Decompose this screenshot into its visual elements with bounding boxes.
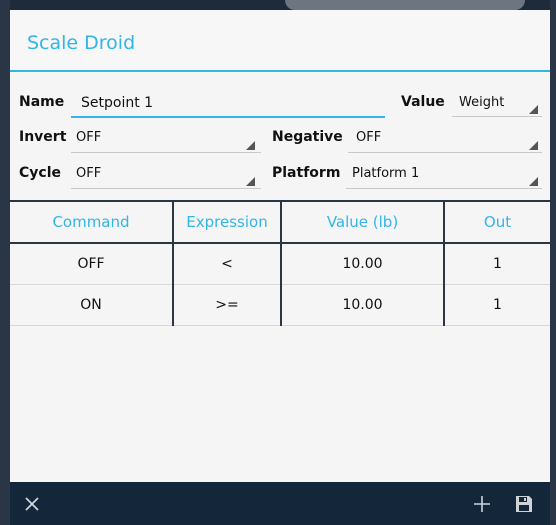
value-dropdown-underline xyxy=(452,116,542,117)
platform-label: Platform xyxy=(272,165,341,181)
dropdown-arrow-icon xyxy=(529,177,538,186)
negative-dropdown-underline xyxy=(348,152,542,153)
table-cell: 10.00 xyxy=(280,284,444,326)
invert-label: Invert xyxy=(19,129,67,145)
table-row[interactable]: ON >= 10.00 1 xyxy=(10,284,550,326)
dropdown-arrow-icon xyxy=(246,141,255,150)
background-right-edge xyxy=(550,0,556,525)
dropdown-arrow-icon xyxy=(246,177,255,186)
close-icon[interactable] xyxy=(24,482,40,525)
column-header: Out xyxy=(443,201,550,243)
column-header: Expression xyxy=(172,201,281,243)
table-cell: 10.00 xyxy=(280,243,444,285)
table-cell: OFF xyxy=(77,256,105,272)
value-dropdown-selected: Weight xyxy=(459,95,505,110)
background-top-bar xyxy=(0,0,556,10)
table-cell: ON xyxy=(80,297,102,313)
platform-dropdown-underline xyxy=(346,188,542,189)
dialog-title: Scale Droid xyxy=(10,10,550,72)
dropdown-arrow-icon xyxy=(529,141,538,150)
dropdown-arrow-icon xyxy=(529,105,538,114)
table-cell: < xyxy=(172,243,281,285)
plus-icon[interactable] xyxy=(473,482,491,525)
platform-dropdown-selected: Platform 1 xyxy=(352,166,420,181)
name-input[interactable]: Setpoint 1 xyxy=(81,95,153,111)
setpoint-fields: Name Setpoint 1 Value Weight Invert OFF … xyxy=(10,72,550,200)
save-icon[interactable] xyxy=(515,482,533,525)
column-header: Value (lb) xyxy=(280,201,444,243)
table-cell: >= xyxy=(172,284,281,326)
table-cell: 1 xyxy=(443,243,550,285)
cycle-dropdown-underline xyxy=(71,188,261,189)
cycle-dropdown-selected: OFF xyxy=(76,166,102,181)
table-row[interactable]: OFF < 10.00 1 xyxy=(10,243,550,285)
negative-dropdown-selected: OFF xyxy=(356,130,382,145)
negative-label: Negative xyxy=(272,129,343,145)
bottom-action-bar xyxy=(10,482,550,525)
name-input-underline xyxy=(71,116,385,118)
cycle-label: Cycle xyxy=(19,165,61,181)
value-label: Value xyxy=(401,94,445,110)
name-label: Name xyxy=(19,94,65,110)
setpoint-command-table: Command Expression Value (lb) Out OFF < … xyxy=(10,200,550,326)
invert-dropdown-selected: OFF xyxy=(76,130,102,145)
table-cell: 1 xyxy=(443,284,550,326)
background-blob xyxy=(285,0,525,10)
table-header-row: Command Expression Value (lb) Out xyxy=(10,201,550,243)
invert-dropdown-underline xyxy=(71,152,261,153)
scale-droid-dialog: Scale Droid Name Setpoint 1 Value Weight… xyxy=(10,10,550,525)
column-header: Command xyxy=(52,213,130,231)
background-left-edge xyxy=(0,0,10,525)
